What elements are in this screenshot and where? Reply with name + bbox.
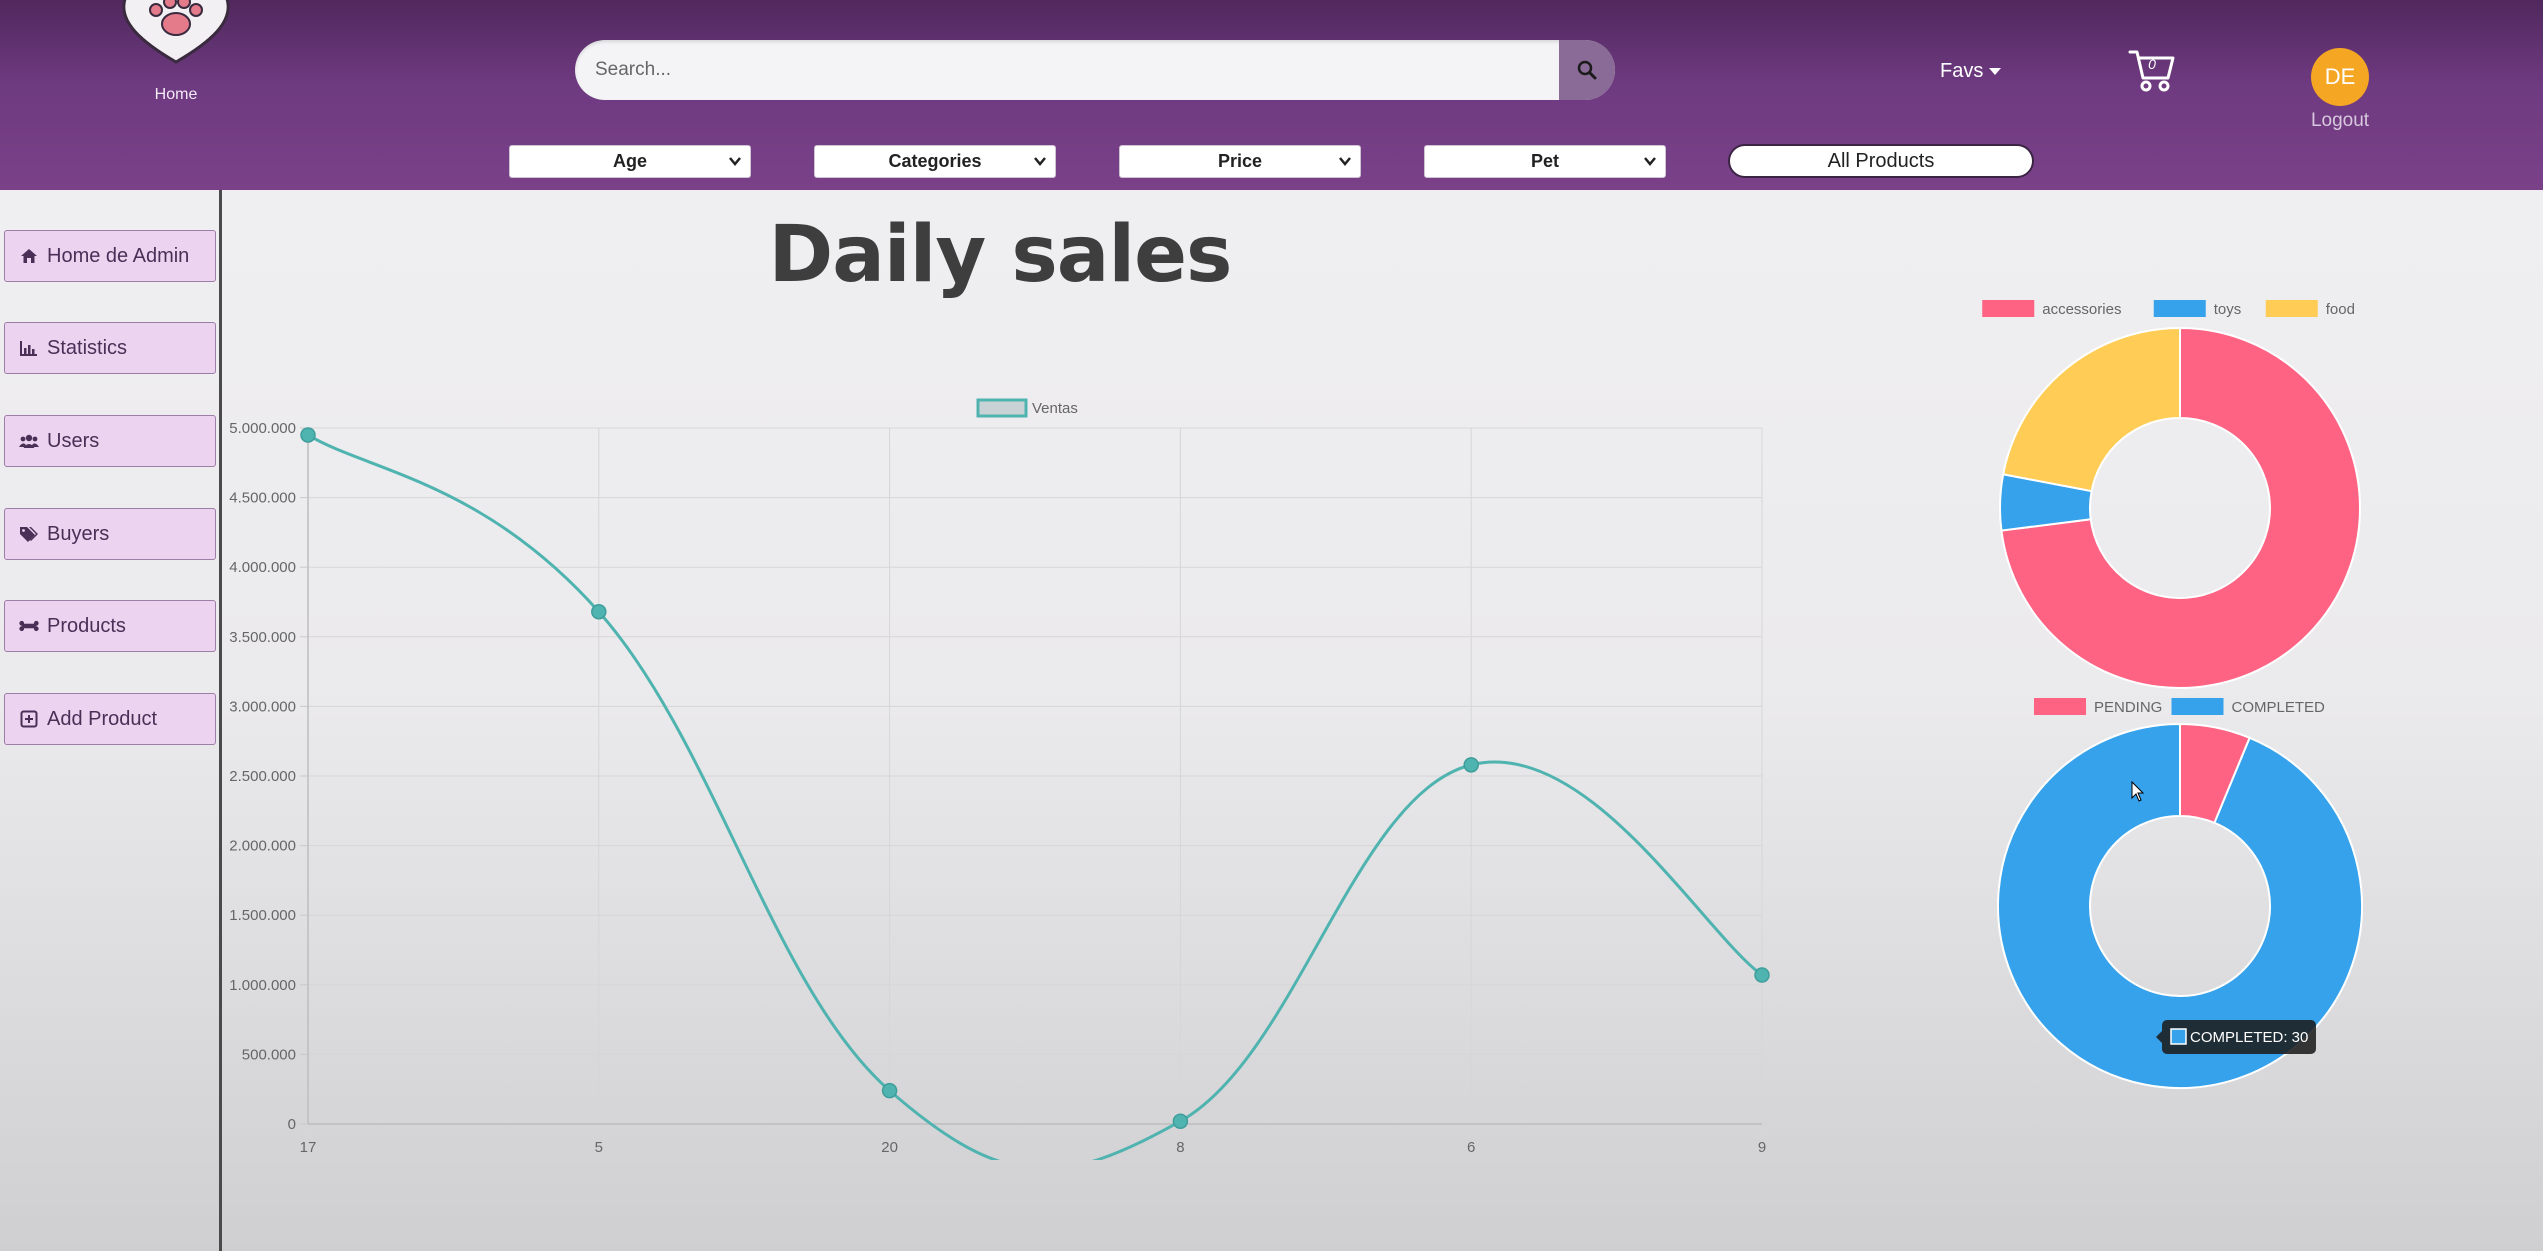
caret-down-icon [1989, 68, 2002, 75]
data-point[interactable] [881, 1082, 898, 1099]
sidebar-item-label: Products [47, 614, 126, 637]
sidebar-item-label: Statistics [47, 336, 128, 359]
daily-sales-line-chart: Ventas 0 500.000 1.000.000 1.500.000 2.000.0… [229, 398, 1770, 1160]
legend-swatch-accessories[interactable] [1982, 300, 2035, 317]
top-navbar: Home Favs 0 DE Logout Age Categories Pri… [0, 0, 2543, 190]
search-bar [575, 40, 1615, 100]
filter-price-label: Price [1217, 151, 1263, 171]
series-points [300, 427, 1770, 1129]
chart-legend: Ventas [976, 398, 1078, 418]
legend-swatch-food[interactable] [2265, 300, 2318, 317]
filter-categories-select[interactable]: Categories [814, 145, 1056, 178]
x-tick-label: 20 [881, 1139, 898, 1156]
filter-pet-select[interactable]: Pet [1424, 145, 1666, 178]
data-point[interactable] [1754, 967, 1770, 983]
favs-dropdown[interactable]: Favs [1940, 60, 2002, 83]
cart-count: 0 [2148, 56, 2156, 72]
cart-button[interactable]: 0 [2128, 48, 2176, 94]
x-tick-label: 9 [1758, 1139, 1766, 1156]
sidebar-item-add-product[interactable]: Add Product [4, 693, 216, 745]
y-tick-label: 1.500.000 [229, 907, 296, 924]
plus-square-icon [19, 710, 39, 728]
page-title: Daily sales [768, 210, 1233, 300]
sidebar-item-users[interactable]: Users [4, 415, 216, 467]
chart-grid [300, 427, 1763, 1132]
y-tick-label: 5.000.000 [229, 420, 296, 437]
chevron-down-icon [729, 157, 741, 166]
home-icon [19, 247, 39, 265]
sidebar-item-label: Users [47, 429, 100, 452]
y-tick-label: 4.500.000 [229, 490, 296, 507]
x-tick-label: 17 [300, 1139, 317, 1156]
category-doughnut-chart: accessories toys food [1982, 300, 2361, 689]
chevron-down-icon [1644, 157, 1656, 166]
sidebar-item-label: Home de Admin [47, 244, 190, 267]
x-axis-ticks: 17 5 20 8 6 9 [300, 1139, 1767, 1156]
data-point[interactable] [591, 603, 607, 620]
sidebar-item-label: Add Product [47, 707, 158, 730]
series-line-ventas [307, 433, 1763, 1160]
sidebar-item-statistics[interactable]: Statistics [4, 322, 216, 374]
legend-label-toys: toys [2214, 301, 2242, 318]
x-tick-label: 5 [595, 1139, 603, 1156]
admin-sidebar: Home de Admin Statistics Users Buyers Pr… [0, 190, 222, 1251]
filter-price-select[interactable]: Price [1119, 145, 1361, 178]
legend-label-completed: COMPLETED [2232, 699, 2326, 716]
legend-swatch-toys[interactable] [2153, 300, 2206, 317]
y-tick-label: 3.000.000 [229, 698, 296, 715]
data-point[interactable] [300, 427, 316, 443]
chart-tooltip: COMPLETED: 30 [2156, 1020, 2316, 1054]
sidebar-item-buyers[interactable]: Buyers [4, 508, 216, 560]
bone-icon [19, 617, 39, 635]
y-tick-label: 0 [288, 1116, 296, 1133]
logo[interactable] [118, 0, 234, 65]
sidebar-item-products[interactable]: Products [4, 600, 216, 652]
filter-age-label: Age [612, 151, 647, 171]
data-point[interactable] [1172, 1113, 1189, 1129]
sidebar-item-label: Buyers [47, 522, 110, 545]
tooltip-swatch [2170, 1028, 2187, 1045]
x-tick-label: 6 [1467, 1139, 1475, 1156]
legend-swatch-completed[interactable] [2171, 698, 2224, 715]
search-input[interactable] [575, 40, 1557, 100]
legend-label-food: food [2326, 301, 2355, 318]
paw-heart-icon [122, 0, 230, 64]
avatar[interactable]: DE [2311, 48, 2369, 106]
sidebar-item-home-admin[interactable]: Home de Admin [4, 230, 216, 282]
slice-food[interactable] [2002, 326, 2181, 493]
chevron-down-icon [1339, 157, 1351, 166]
tooltip-label: COMPLETED: 30 [2190, 1029, 2308, 1046]
search-icon [1577, 60, 1597, 80]
x-tick-label: 8 [1176, 1139, 1184, 1156]
filter-categories-label: Categories [888, 151, 982, 171]
search-button[interactable] [1559, 40, 1615, 100]
logout-link[interactable]: Logout [2300, 110, 2380, 132]
legend-label-pending: PENDING [2094, 699, 2162, 716]
y-tick-label: 4.000.000 [229, 559, 296, 576]
y-tick-label: 3.500.000 [229, 629, 296, 646]
legend-swatch-pending[interactable] [2034, 698, 2086, 715]
all-products-button[interactable]: All Products [1728, 144, 2034, 178]
tags-icon [19, 525, 39, 543]
users-icon [19, 432, 39, 450]
y-tick-label: 2.000.000 [229, 838, 296, 855]
favs-label: Favs [1940, 60, 1984, 82]
filter-pet-label: Pet [1530, 151, 1559, 171]
legend-label-accessories: accessories [2042, 301, 2121, 318]
chevron-down-icon [1034, 157, 1046, 166]
legend-label-ventas: Ventas [1032, 400, 1078, 417]
data-point[interactable] [1463, 757, 1479, 773]
chart-icon [19, 339, 39, 357]
home-link[interactable]: Home [140, 86, 212, 104]
y-tick-label: 2.500.000 [229, 768, 296, 785]
y-tick-label: 500.000 [242, 1046, 296, 1063]
legend-swatch-ventas[interactable] [976, 398, 1028, 418]
y-tick-label: 1.000.000 [229, 977, 296, 994]
y-axis-ticks: 0 500.000 1.000.000 1.500.000 2.000.000 2.500… [229, 420, 296, 1133]
filter-age-select[interactable]: Age [509, 145, 751, 178]
pie-charts-panel: accessories toys food PENDING COMPLETED COM… [1982, 300, 2363, 1089]
